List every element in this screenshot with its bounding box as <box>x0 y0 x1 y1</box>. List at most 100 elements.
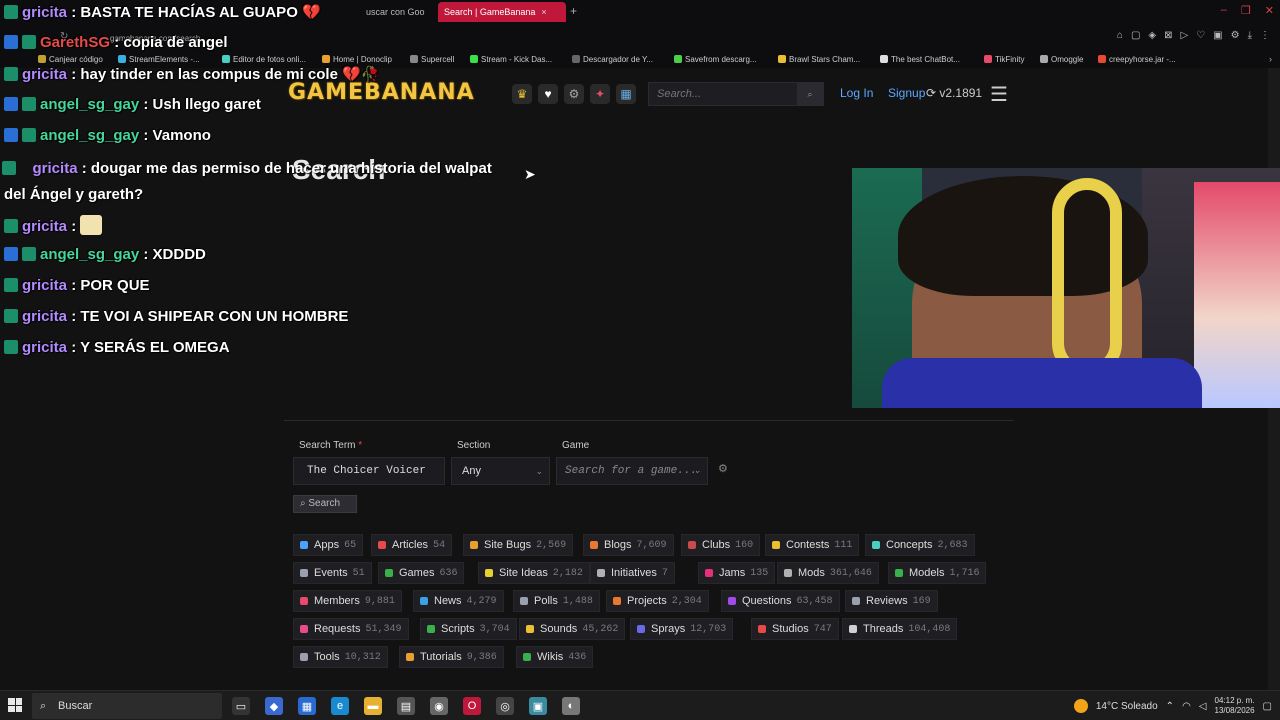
obs-icon[interactable]: ◎ <box>496 697 514 715</box>
chevron-up-icon[interactable]: ⌃ <box>1166 701 1174 712</box>
menu-icon[interactable]: ⋮ <box>1260 30 1270 41</box>
section-chip[interactable]: Polls 1,488 <box>513 590 600 612</box>
bookmark-item[interactable]: Omoggle <box>1040 55 1083 64</box>
section-chip[interactable]: Blogs 7,609 <box>583 534 674 556</box>
bookmark-item[interactable]: StreamElements -... <box>118 55 200 64</box>
bookmark-item[interactable]: Descargador de Y... <box>572 55 653 64</box>
section-chip[interactable]: Threads 104,408 <box>842 618 958 640</box>
character-icon[interactable]: ✦ <box>590 84 610 104</box>
task-view-icon[interactable]: ▭ <box>232 697 250 715</box>
taskbar-search[interactable]: ⌕ Buscar <box>32 693 222 719</box>
section-chip[interactable]: Clubs 160 <box>681 534 761 556</box>
site-search-input[interactable] <box>649 83 799 105</box>
bookmark-item[interactable]: Editor de fotos onli... <box>222 55 306 64</box>
section-chip[interactable]: Mods 361,646 <box>777 562 879 584</box>
opera-gx-icon[interactable]: O <box>463 697 481 715</box>
section-chip[interactable]: Tools 10,312 <box>293 646 388 668</box>
screenshot-icon[interactable]: ▢ <box>1131 30 1140 41</box>
section-chip[interactable]: Site Ideas 2,182 <box>478 562 590 584</box>
section-chip[interactable]: Apps 65 <box>293 534 364 556</box>
site-logo[interactable]: GAMEBANANA <box>288 80 475 105</box>
game-select[interactable]: Search for a game... ⌄ <box>556 457 708 485</box>
copilot-icon[interactable]: ◆ <box>265 697 283 715</box>
folder-icon[interactable]: ▬ <box>364 697 382 715</box>
section-chip[interactable]: Members 9,881 <box>293 590 402 612</box>
minimize-icon[interactable]: – <box>1221 4 1227 17</box>
trophy-icon[interactable]: ♛ <box>512 84 532 104</box>
section-chip[interactable]: Wikis 436 <box>516 646 594 668</box>
notifications-icon[interactable]: ▢ <box>1263 701 1272 712</box>
section-chip[interactable]: Tutorials 9,386 <box>399 646 504 668</box>
tab-gamebanana[interactable]: Search | GameBanana × <box>438 2 566 22</box>
bookmark-item[interactable]: The best ChatBot... <box>880 55 960 64</box>
section-chip[interactable]: Games 636 <box>378 562 465 584</box>
section-icon <box>378 541 386 549</box>
url-field[interactable]: gamebanana.com/search <box>110 34 200 43</box>
app-icon[interactable]: ◉ <box>430 697 448 715</box>
bookmark-item[interactable]: creepyhorse.jar -... <box>1098 55 1176 64</box>
section-chip[interactable]: Reviews 169 <box>845 590 938 612</box>
volume-icon[interactable]: ◁ <box>1199 701 1207 712</box>
section-chip[interactable]: Questions 63,458 <box>721 590 840 612</box>
extension-icon[interactable]: ▣ <box>1213 30 1222 41</box>
weather-label[interactable]: 14°C Soleado <box>1096 701 1158 712</box>
section-chip[interactable]: Sounds 45,262 <box>519 618 626 640</box>
version-label[interactable]: ⟳ v2.1891 <box>926 86 982 100</box>
app-icon[interactable]: ◐ <box>562 697 580 715</box>
search-term-input[interactable]: The Choicer Voicer <box>293 457 445 485</box>
store-icon[interactable]: ▦ <box>298 697 316 715</box>
section-chip[interactable]: Scripts 3,704 <box>420 618 517 640</box>
bookmark-item[interactable]: Savefrom descarg... <box>674 55 757 64</box>
section-chip[interactable]: Jams 135 <box>698 562 776 584</box>
section-chip[interactable]: Events 51 <box>293 562 372 584</box>
section-chip[interactable]: Concepts 2,683 <box>865 534 975 556</box>
section-select[interactable]: Any ⌄ <box>451 457 550 485</box>
login-link[interactable]: Log In <box>840 86 873 100</box>
hamburger-menu-icon[interactable]: ☰ <box>990 82 1008 107</box>
settings-icon[interactable]: ⚙ <box>1231 30 1240 41</box>
section-chip[interactable]: Initiatives 7 <box>590 562 675 584</box>
windows-start-icon[interactable] <box>8 698 22 712</box>
section-chip[interactable]: Studios 747 <box>751 618 839 640</box>
app-icon[interactable]: ▣ <box>529 697 547 715</box>
close-window-icon[interactable]: ✕ <box>1265 4 1274 17</box>
heart-icon[interactable]: ♥ <box>538 84 558 104</box>
clock[interactable]: 04:12 p. m. 13/08/2026 <box>1215 696 1255 716</box>
close-icon[interactable]: × <box>541 7 546 17</box>
maximize-icon[interactable]: ❐ <box>1241 4 1251 17</box>
wifi-icon[interactable]: ◠ <box>1182 701 1191 712</box>
chevron-right-icon[interactable]: › <box>1269 54 1272 64</box>
play-icon[interactable]: ▷ <box>1180 30 1188 41</box>
download-icon[interactable]: ⤓ <box>1248 30 1252 41</box>
section-chip[interactable]: Contests 111 <box>765 534 860 556</box>
section-chip[interactable]: Requests 51,349 <box>293 618 409 640</box>
bookmark-item[interactable]: Home | Donoclip <box>322 55 392 64</box>
bookmark-item[interactable]: Canjear código <box>38 55 103 64</box>
signup-link[interactable]: Signup <box>888 86 925 100</box>
bookmark-item[interactable]: Brawl Stars Cham... <box>778 55 860 64</box>
heart-icon[interactable]: ♡ <box>1196 30 1205 41</box>
section-chip[interactable]: Projects 2,304 <box>606 590 709 612</box>
section-chip[interactable]: Articles 54 <box>371 534 453 556</box>
bookmark-icon[interactable]: ⌂ <box>1117 30 1123 41</box>
new-tab-icon[interactable]: + <box>570 4 577 18</box>
section-chip[interactable]: News 4,279 <box>413 590 504 612</box>
edge-icon[interactable]: e <box>331 697 349 715</box>
bookmark-item[interactable]: TikFinity <box>984 55 1024 64</box>
section-chip[interactable]: Sprays 12,703 <box>630 618 734 640</box>
search-button[interactable]: ⌕ Search <box>293 495 357 513</box>
section-icon <box>637 625 645 633</box>
cast-icon[interactable]: ⊠ <box>1164 30 1172 41</box>
map-icon[interactable]: ▦ <box>616 84 636 104</box>
tab-google[interactable]: uscar con Goo <box>360 2 436 22</box>
search-icon[interactable]: ⌕ <box>797 83 823 105</box>
bookmark-item[interactable]: Supercell <box>410 55 454 64</box>
section-chip[interactable]: Site Bugs 2,569 <box>463 534 574 556</box>
app-icon[interactable]: ▤ <box>397 697 415 715</box>
bookmark-item[interactable]: Stream - Kick Das... <box>470 55 552 64</box>
section-chip[interactable]: Models 1,716 <box>888 562 987 584</box>
reload-icon[interactable]: ↻ <box>60 31 68 42</box>
shield-icon[interactable]: ◈ <box>1148 30 1156 41</box>
gear-icon[interactable]: ⚙ <box>718 462 728 475</box>
gear-icon[interactable]: ⚙ <box>564 84 584 104</box>
